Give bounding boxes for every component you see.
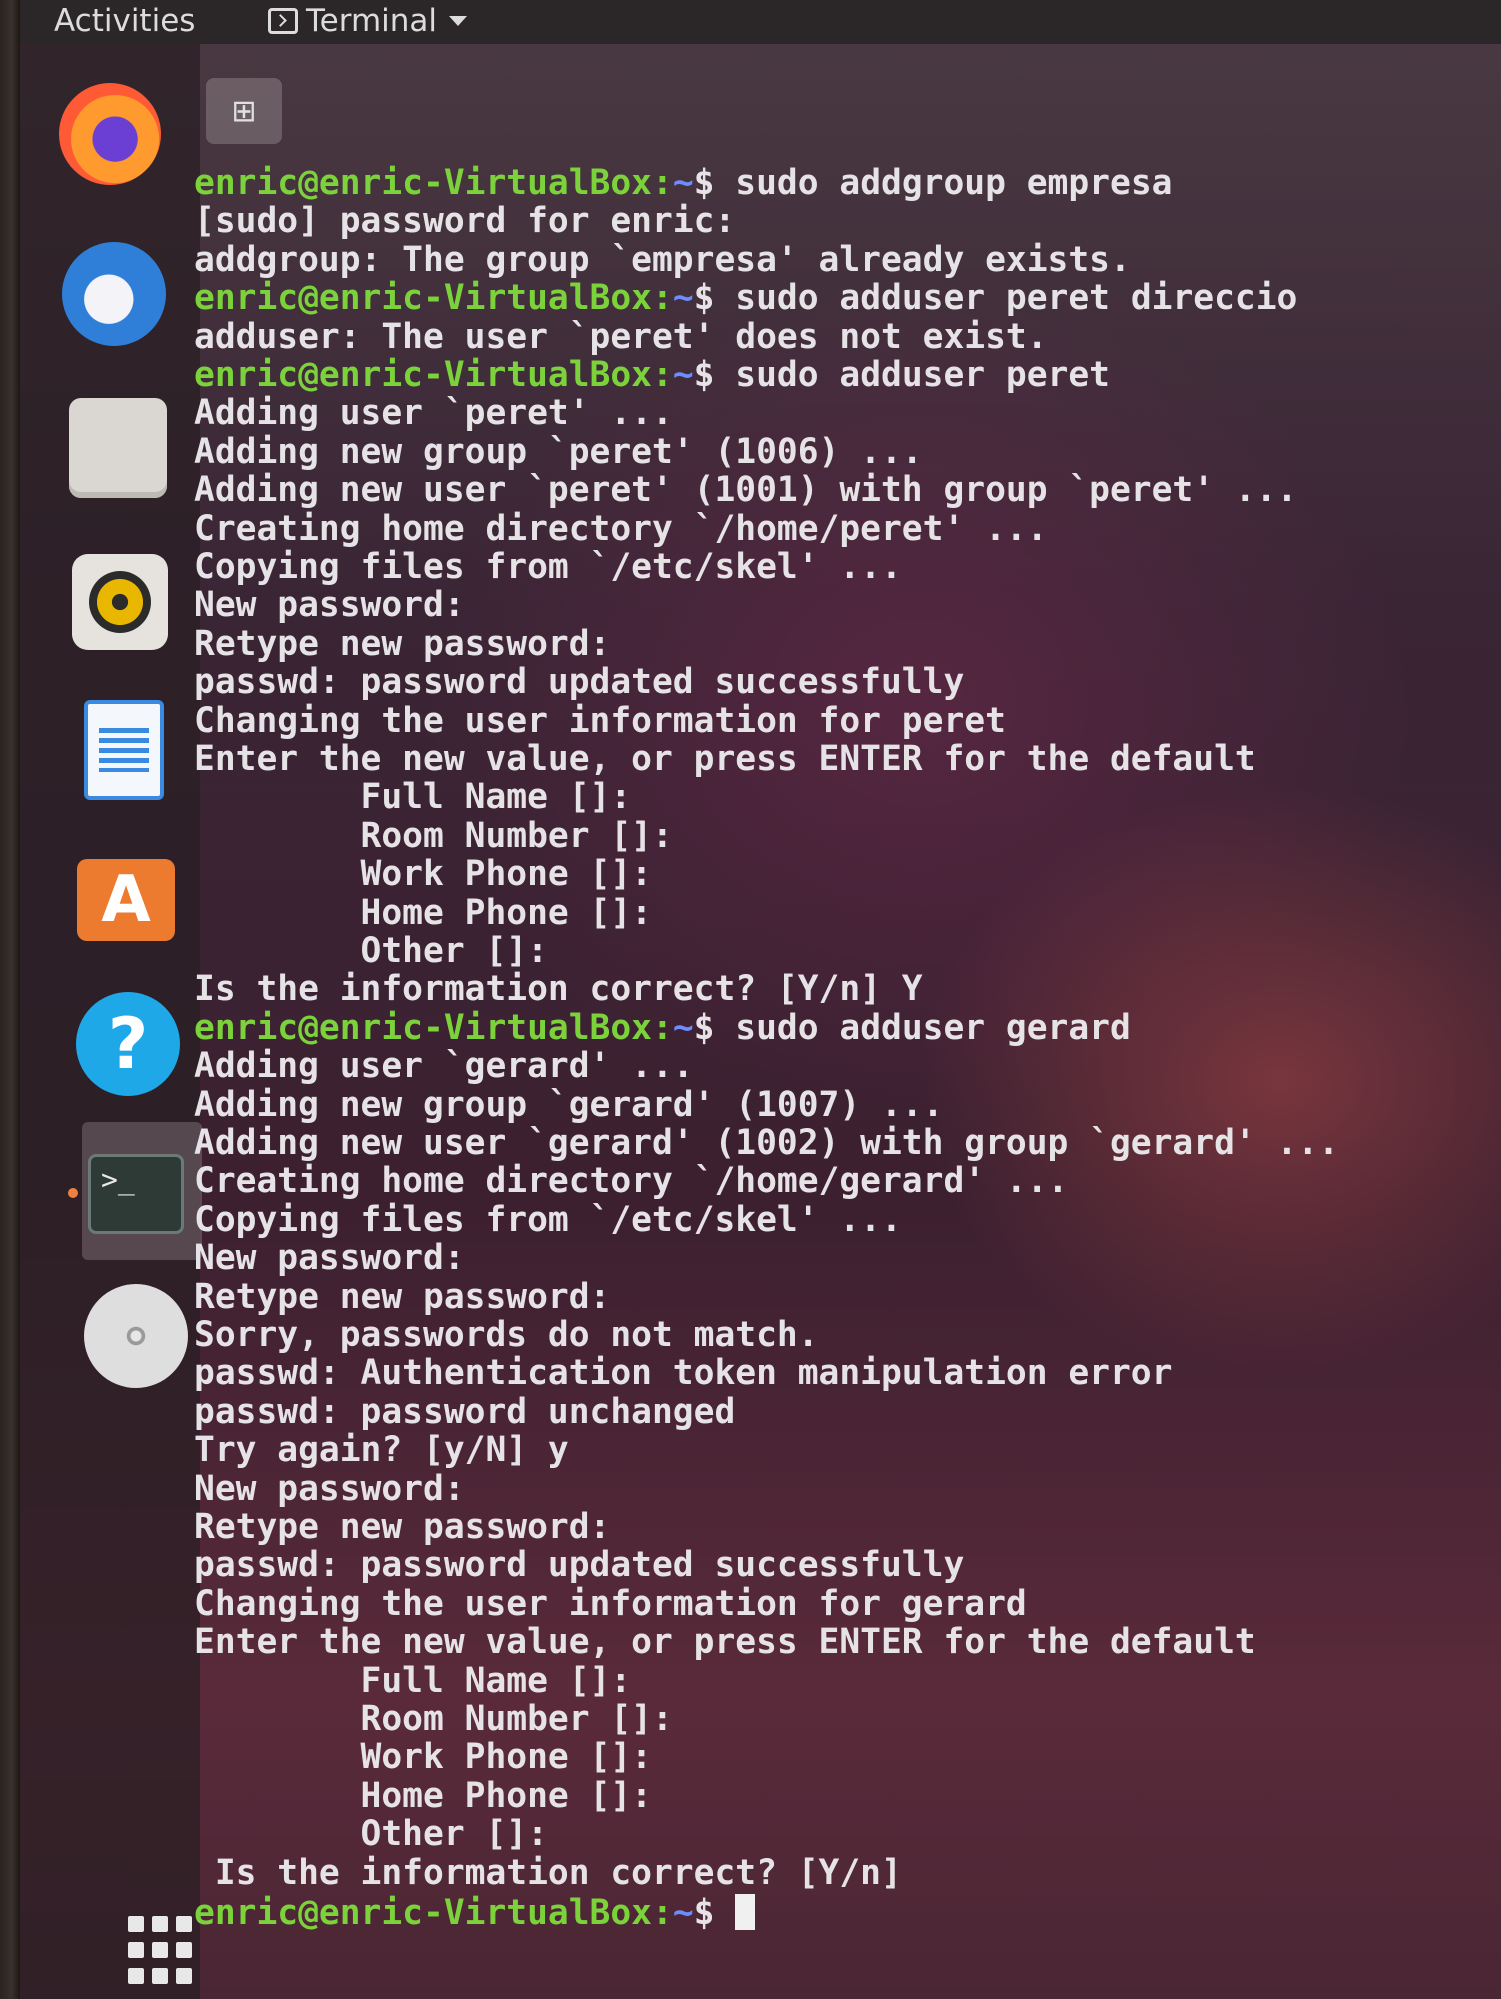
libreoffice-writer-icon <box>84 700 164 800</box>
terminal-output-line: Enter the new value, or press ENTER for … <box>194 739 1256 779</box>
terminal-command-line: enric@enric-VirtualBox:~$ sudo adduser g… <box>194 1011 1131 1046</box>
terminal-command-line: enric@enric-VirtualBox:~$ sudo addgroup … <box>194 166 1172 201</box>
terminal-output-line: Copying files from `/etc/skel' ... <box>194 1200 902 1240</box>
terminal-icon: >_ <box>88 1154 184 1234</box>
terminal-output-line: New password: <box>194 1238 465 1278</box>
show-applications-icon[interactable] <box>128 1916 198 1986</box>
ubuntu-software-icon: A <box>77 859 175 941</box>
terminal-output-line: Creating home directory `/home/gerard' .… <box>194 1161 1069 1201</box>
terminal-output-line: Is the information correct? [Y/n] Y <box>194 969 923 1009</box>
prompt-symbol: $ <box>693 278 736 318</box>
rhythmbox-icon <box>72 554 168 650</box>
text-cursor <box>735 1894 756 1930</box>
terminal-output-line: Other []: <box>194 1814 548 1854</box>
terminal-output-line: Home Phone []: <box>194 1776 652 1816</box>
terminal-output-line: Changing the user information for peret <box>194 701 1006 741</box>
activities-button[interactable]: Activities <box>54 3 195 39</box>
command-text: sudo addgroup empresa <box>735 163 1173 203</box>
command-text: sudo adduser peret <box>735 355 1111 395</box>
terminal-output-line: Changing the user information for gerard <box>194 1584 1027 1624</box>
terminal-output-line: Room Number []: <box>194 816 673 856</box>
help-icon: ? <box>76 992 180 1096</box>
prompt-path: ~ <box>672 278 694 318</box>
monitor-bezel <box>0 0 20 1999</box>
prompt-user-host: enric@enric-VirtualBox: <box>194 1008 673 1048</box>
terminal-output-line: Adding user `peret' ... <box>194 393 673 433</box>
prompt-path: ~ <box>672 1008 694 1048</box>
prompt-path: ~ <box>672 163 694 203</box>
prompt-path: ~ <box>672 1893 694 1933</box>
chevron-down-icon <box>449 16 468 26</box>
files-icon <box>69 398 167 498</box>
dock-item-help[interactable]: ? <box>74 990 182 1098</box>
terminal-output-line: passwd: Authentication token manipulatio… <box>194 1353 1173 1393</box>
prompt-user-host: enric@enric-VirtualBox: <box>194 278 673 318</box>
terminal-output-line: passwd: password unchanged <box>194 1392 736 1432</box>
terminal-output-line: Room Number []: <box>194 1699 673 1739</box>
dock-item-firefox[interactable] <box>56 80 164 188</box>
terminal-output-line: Adding new group `gerard' (1007) ... <box>194 1085 944 1125</box>
app-menu-button[interactable]: Terminal <box>268 3 468 39</box>
terminal-output-line: Creating home directory `/home/peret' ..… <box>194 509 1048 549</box>
prompt-symbol: $ <box>693 163 736 203</box>
terminal-output-line: Work Phone []: <box>194 854 652 894</box>
terminal-output-line: adduser: The user `peret' does not exist… <box>194 317 1048 357</box>
new-tab-button[interactable]: ⊞ <box>206 78 282 144</box>
terminal-output-line: Full Name []: <box>194 777 632 817</box>
prompt-symbol: $ <box>693 1008 736 1048</box>
terminal-output-line: New password: <box>194 585 465 625</box>
dock-item-thunderbird[interactable] <box>60 240 168 348</box>
terminal-output-line: Enter the new value, or press ENTER for … <box>194 1622 1256 1662</box>
prompt-symbol: $ <box>693 355 736 395</box>
terminal-output-line: Other []: <box>194 931 548 971</box>
prompt-symbol: $ <box>693 1893 736 1933</box>
terminal-output-line: Try again? [y/N] y <box>194 1430 569 1470</box>
prompt-path: ~ <box>672 355 694 395</box>
terminal-output-line: Retype new password: <box>194 1277 611 1317</box>
terminal-command-line: enric@enric-VirtualBox:~$ sudo adduser p… <box>194 358 1110 393</box>
dock-item-writer[interactable] <box>70 696 178 804</box>
terminal-output-line: Is the information correct? [Y/n] <box>194 1853 902 1893</box>
terminal-output-line: New password: <box>194 1469 465 1509</box>
terminal-output-line: Home Phone []: <box>194 893 652 933</box>
terminal-output-line: Adding user `gerard' ... <box>194 1046 694 1086</box>
terminal-output-line: Work Phone []: <box>194 1737 652 1777</box>
terminal-output-line: Retype new password: <box>194 624 611 664</box>
dock-item-rhythmbox[interactable] <box>66 548 174 656</box>
top-bar: Activities Terminal <box>20 0 1501 44</box>
terminal-output-line: Adding new user `gerard' (1002) with gro… <box>194 1123 1339 1163</box>
command-text: sudo adduser peret direccio <box>735 278 1298 318</box>
terminal-output-line: Copying files from `/etc/skel' ... <box>194 547 902 587</box>
dock-item-dvd[interactable] <box>82 1282 190 1390</box>
dock-item-terminal[interactable]: >_ <box>82 1140 190 1248</box>
terminal-command-line: enric@enric-VirtualBox:~$ <box>194 1893 756 1933</box>
running-indicator <box>68 1188 78 1198</box>
terminal-icon <box>268 8 298 34</box>
prompt-user-host: enric@enric-VirtualBox: <box>194 1893 673 1933</box>
terminal-output-line: Adding new user `peret' (1001) with grou… <box>194 470 1298 510</box>
terminal-output-line: Retype new password: <box>194 1507 611 1547</box>
terminal-output-line: Sorry, passwords do not match. <box>194 1315 819 1355</box>
terminal-output-line: [sudo] password for enric: <box>194 201 736 241</box>
firefox-icon <box>59 83 161 185</box>
terminal-output-line: passwd: password updated successfully <box>194 662 965 702</box>
prompt-user-host: enric@enric-VirtualBox: <box>194 355 673 395</box>
terminal-command-line: enric@enric-VirtualBox:~$ sudo adduser p… <box>194 281 1297 316</box>
terminal-output-line: Full Name []: <box>194 1661 632 1701</box>
dock-item-software[interactable]: A <box>72 846 180 954</box>
dvd-icon <box>84 1284 188 1388</box>
terminal-output-line: passwd: password updated successfully <box>194 1545 965 1585</box>
terminal-output-line: addgroup: The group `empresa' already ex… <box>194 240 1131 280</box>
app-menu-label: Terminal <box>306 3 438 39</box>
thunderbird-icon <box>62 242 166 346</box>
command-text: sudo adduser gerard <box>735 1008 1131 1048</box>
prompt-user-host: enric@enric-VirtualBox: <box>194 163 673 203</box>
dock-item-files[interactable] <box>64 394 172 502</box>
terminal-output-line: Adding new group `peret' (1006) ... <box>194 432 923 472</box>
